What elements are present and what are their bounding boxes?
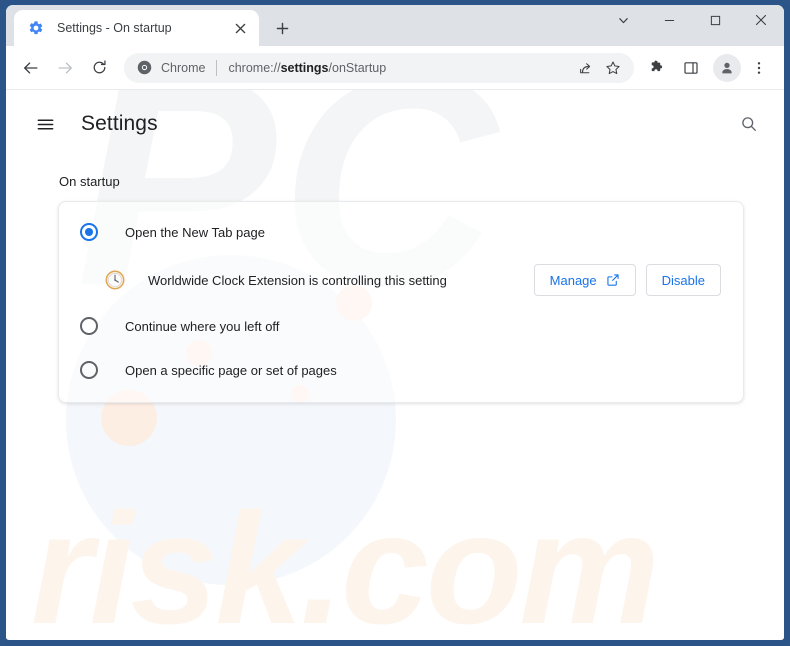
arrow-right-icon	[56, 59, 74, 77]
tab-title: Settings - On startup	[57, 21, 172, 35]
page-title: Settings	[81, 112, 158, 135]
url-prefix: chrome://	[228, 60, 281, 75]
avatar-person-icon	[719, 60, 735, 76]
url-suffix: /onStartup	[328, 60, 387, 75]
browser-window: Settings - On startup Chrome chrome://se…	[0, 0, 790, 646]
radio-option-label: Open the New Tab page	[125, 224, 265, 240]
disable-button[interactable]: Disable	[645, 264, 721, 296]
close-icon[interactable]	[229, 17, 251, 39]
close-icon	[755, 14, 767, 26]
watermark-bottom-text: risk.com	[31, 481, 660, 639]
radio-option-new-tab-page[interactable]: Open the New Tab page	[59, 210, 743, 254]
arrow-left-icon	[22, 59, 40, 77]
extensions-button[interactable]	[642, 53, 672, 83]
side-panel-button[interactable]	[676, 53, 706, 83]
close-button[interactable]	[738, 5, 784, 35]
section-label: On startup	[59, 174, 120, 189]
radio-button-selected[interactable]	[80, 223, 98, 241]
share-icon[interactable]	[572, 55, 598, 81]
browser-menu-button[interactable]	[744, 53, 774, 83]
side-panel-icon	[683, 60, 699, 76]
maximize-button[interactable]	[692, 5, 738, 35]
maximize-icon	[710, 15, 721, 26]
clock-extension-icon	[104, 269, 126, 291]
radio-option-continue-where-left-off[interactable]: Continue where you left off	[59, 304, 743, 348]
manage-button[interactable]: Manage	[533, 264, 636, 296]
radio-button-unselected[interactable]	[80, 317, 98, 335]
manage-button-label: Manage	[549, 272, 597, 288]
settings-gear-favicon	[27, 20, 44, 37]
three-dot-menu-icon	[751, 60, 767, 76]
extension-notice-text: Worldwide Clock Extension is controlling…	[148, 272, 447, 288]
tab-strip: Settings - On startup	[6, 5, 784, 46]
browser-tab[interactable]: Settings - On startup	[14, 10, 259, 46]
chevron-down-icon	[618, 15, 629, 26]
plus-icon	[276, 22, 289, 35]
omnibox-url: chrome://settings/onStartup	[228, 61, 572, 75]
puzzle-piece-icon	[649, 59, 666, 76]
forward-button[interactable]	[50, 53, 80, 83]
radio-option-specific-pages[interactable]: Open a specific page or set of pages	[59, 348, 743, 392]
browser-toolbar: Chrome chrome://settings/onStartup	[6, 46, 784, 90]
minimize-button[interactable]	[646, 5, 692, 35]
profile-button[interactable]	[713, 53, 741, 82]
disable-button-label: Disable	[661, 272, 705, 288]
radio-button-unselected[interactable]	[80, 361, 98, 379]
chrome-logo-icon	[136, 60, 152, 76]
extension-control-notice: Worldwide Clock Extension is controlling…	[59, 256, 743, 304]
tab-search-button[interactable]	[600, 5, 646, 35]
minimize-icon	[664, 15, 675, 26]
omnibox-scheme-label: Chrome	[161, 60, 206, 75]
radio-option-label: Continue where you left off	[125, 318, 280, 334]
omnibox-actions	[572, 55, 626, 81]
radio-option-label: Open a specific page or set of pages	[125, 362, 337, 378]
url-bold-segment: settings	[280, 60, 329, 75]
external-link-icon	[606, 273, 620, 287]
settings-page: PC risk.com Settings	[6, 90, 784, 639]
reload-button[interactable]	[84, 53, 114, 83]
back-button[interactable]	[16, 53, 46, 83]
new-tab-button[interactable]	[267, 13, 297, 43]
settings-header: Settings	[6, 96, 784, 152]
address-bar[interactable]: Chrome chrome://settings/onStartup	[124, 52, 634, 83]
omnibox-separator	[216, 59, 218, 76]
window-controls	[600, 5, 784, 46]
reload-icon	[91, 59, 108, 76]
star-icon[interactable]	[600, 55, 626, 81]
on-startup-card: Open the New Tab page Worldwide Clock Ex…	[58, 201, 744, 403]
browser-window-inner: Settings - On startup Chrome chrome://se…	[6, 5, 784, 640]
search-icon[interactable]	[732, 107, 766, 141]
hamburger-menu-icon[interactable]	[28, 107, 62, 141]
